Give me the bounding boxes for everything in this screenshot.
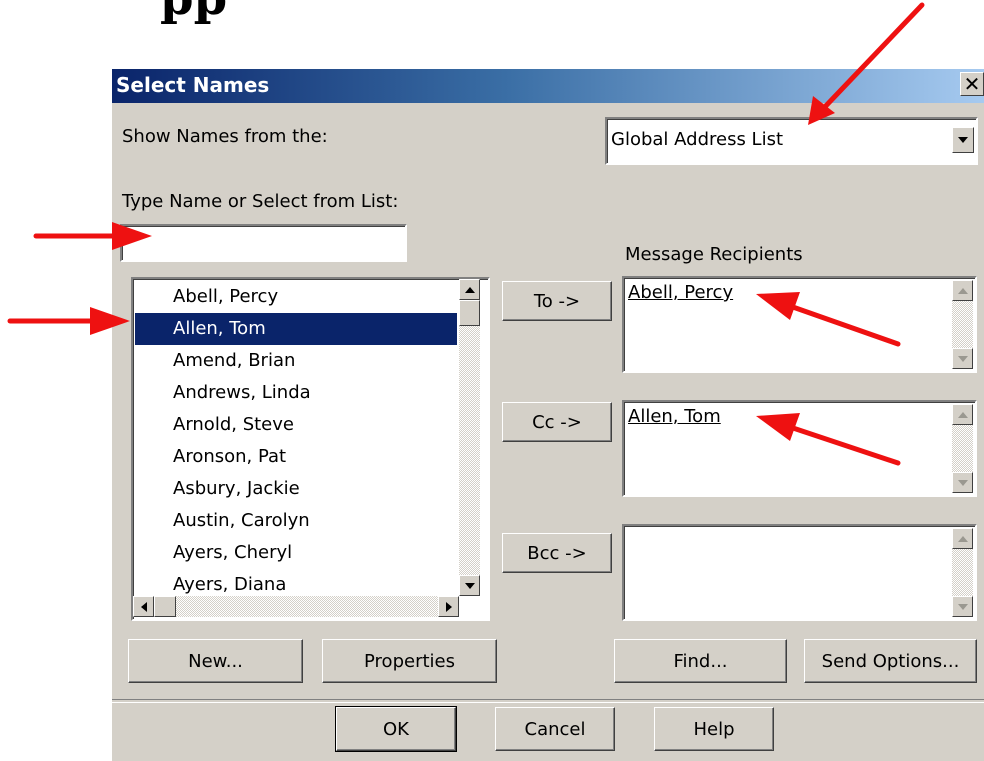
to-recipient[interactable]: Abell, Percy [628,282,733,303]
bcc-button[interactable]: Bcc -> [502,533,612,573]
type-name-label: Type Name or Select from List: [122,191,399,212]
list-item[interactable]: Austin, Carolyn [135,505,457,537]
bcc-button-label: Bcc -> [527,542,587,564]
message-recipients-label: Message Recipients [625,244,803,265]
ok-button[interactable]: OK [335,706,457,752]
list-item[interactable]: Andrews, Linda [135,377,457,409]
scroll-left-icon[interactable] [133,596,154,617]
scroll-up-icon[interactable] [952,528,973,549]
scroll-down-icon[interactable] [459,575,480,596]
address-book-select[interactable]: Global Address List [605,117,978,165]
to-button-label: To -> [533,290,581,312]
scroll-up-icon[interactable] [952,280,973,301]
list-item[interactable]: Ayers, Cheryl [135,537,457,569]
footer-divider [112,699,984,703]
scroll-down-icon[interactable] [952,596,973,617]
names-scroll-thumb[interactable] [459,300,480,326]
list-item[interactable]: Aronson, Pat [135,441,457,473]
scroll-up-icon[interactable] [952,404,973,425]
names-vertical-scrollbar[interactable] [459,279,480,596]
show-names-label: Show Names from the: [122,126,328,147]
to-button[interactable]: To -> [502,281,612,321]
bcc-recipients-box[interactable] [622,524,977,621]
cc-button[interactable]: Cc -> [502,402,612,442]
ok-button-label: OK [383,718,409,740]
cc-recipient[interactable]: Allen, Tom [628,406,721,427]
help-button[interactable]: Help [654,707,774,751]
send-options-button-label: Send Options... [821,650,960,672]
cc-recipients-box[interactable]: Allen, Tom [622,400,977,497]
address-book-value: Global Address List [611,129,784,150]
names-list[interactable]: Abell, Percy Allen, Tom Amend, Brian Andrew… [131,277,490,621]
close-icon: ✕ [963,72,981,96]
names-hscroll-thumb[interactable] [154,596,176,617]
list-item[interactable]: Amend, Brian [135,345,457,377]
title-bar[interactable]: Select Names ✕ [112,69,984,103]
help-button-label: Help [693,718,735,740]
find-button[interactable]: Find... [614,639,787,683]
to-recipients-box[interactable]: Abell, Percy [622,276,977,373]
new-button-label: New... [188,650,243,672]
properties-button[interactable]: Properties [322,639,497,683]
chevron-down-icon[interactable] [952,127,974,153]
type-name-input[interactable] [120,224,407,262]
scroll-down-icon[interactable] [952,472,973,493]
list-item[interactable]: Allen, Tom [135,313,457,345]
scroll-right-icon[interactable] [438,596,459,617]
list-item[interactable]: Abell, Percy [135,281,457,313]
scroll-down-icon[interactable] [952,348,973,369]
select-names-dialog: Select Names ✕ Show Names from the: Glob… [112,69,984,761]
list-item[interactable]: Asbury, Jackie [135,473,457,505]
cancel-button[interactable]: Cancel [495,707,615,751]
cc-button-label: Cc -> [532,411,582,433]
cancel-button-label: Cancel [524,718,586,740]
names-horizontal-scrollbar[interactable] [133,596,459,617]
page-heading-fragment: pp [160,0,227,26]
list-item[interactable]: Arnold, Steve [135,409,457,441]
find-button-label: Find... [673,650,728,672]
scroll-up-icon[interactable] [459,279,480,300]
properties-button-label: Properties [364,650,455,672]
close-button[interactable]: ✕ [960,72,984,96]
dialog-title: Select Names [116,73,270,97]
new-button[interactable]: New... [128,639,303,683]
send-options-button[interactable]: Send Options... [804,639,977,683]
